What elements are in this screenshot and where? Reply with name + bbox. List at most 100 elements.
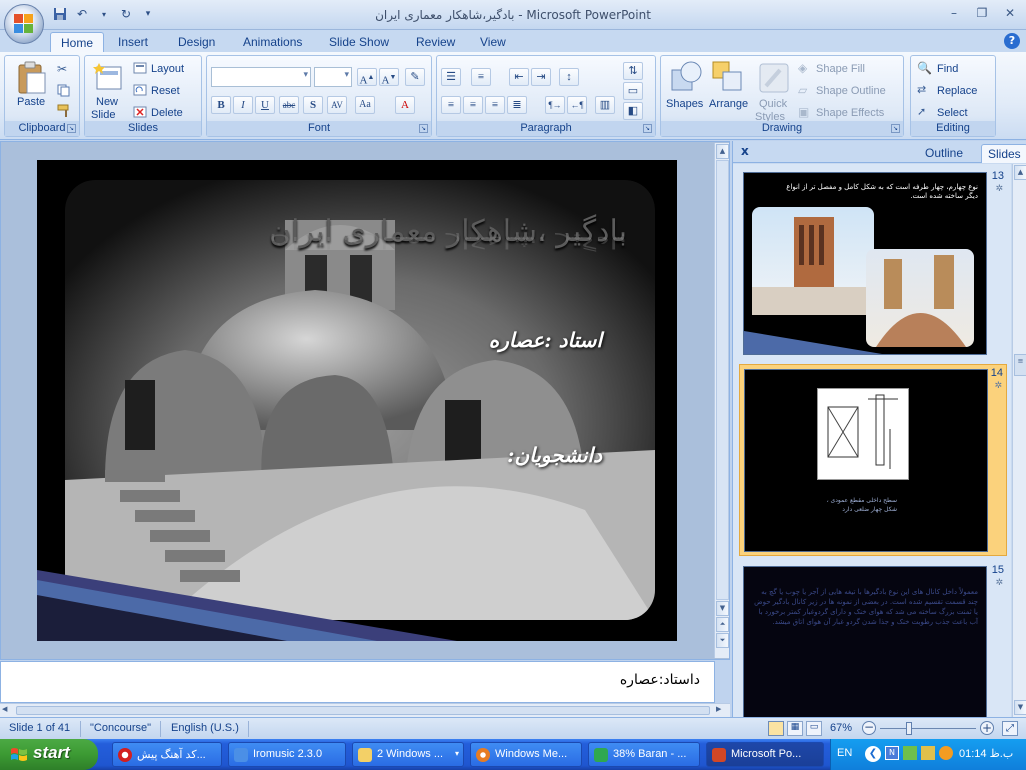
notes-text[interactable]: داستاد:عصاره: [620, 672, 700, 688]
find-button[interactable]: Find: [937, 63, 958, 75]
scroll-down-icon[interactable]: ▼: [716, 601, 729, 616]
scroll-thumb[interactable]: [716, 160, 729, 600]
pane-vertical-scrollbar[interactable]: ▲ ≡ ▼: [1012, 164, 1026, 717]
reset-icon[interactable]: [133, 84, 147, 99]
drawing-launcher-icon[interactable]: ↘: [891, 124, 900, 133]
format-painter-icon[interactable]: [57, 104, 71, 121]
underline-icon[interactable]: U: [255, 96, 275, 114]
minimize-button[interactable]: –: [942, 4, 966, 22]
clipboard-launcher-icon[interactable]: ↘: [67, 124, 76, 133]
delete-button[interactable]: Delete: [151, 107, 183, 119]
ltr-icon[interactable]: ¶→: [545, 96, 565, 114]
reset-button[interactable]: Reset: [151, 85, 180, 97]
tab-home[interactable]: Home: [50, 32, 105, 52]
tray-back-icon[interactable]: ❮: [865, 746, 881, 762]
copy-icon[interactable]: [57, 84, 70, 100]
scroll-right-icon[interactable]: ▶: [716, 705, 727, 716]
bullets-icon[interactable]: ☰: [441, 68, 461, 86]
shape-fill-button[interactable]: Shape Fill: [816, 63, 865, 75]
decrease-indent-icon[interactable]: ⇤: [509, 68, 529, 86]
zoom-in-icon[interactable]: +: [980, 721, 994, 735]
font-size-combo[interactable]: [314, 67, 352, 87]
align-text-icon[interactable]: ▭: [623, 82, 643, 100]
layout-icon[interactable]: [133, 62, 147, 77]
taskbar-item-powerpoint[interactable]: Microsoft Po...: [706, 742, 824, 767]
font-color-icon[interactable]: A: [395, 96, 415, 114]
taskbar-item-download[interactable]: 38% Baran - ...: [588, 742, 700, 767]
new-slide-label-line2[interactable]: Slide: [91, 109, 115, 121]
pane-scroll-up-icon[interactable]: ▲: [1014, 165, 1026, 180]
scroll-left-icon[interactable]: ◀: [2, 705, 13, 716]
cut-icon[interactable]: ✂: [57, 62, 67, 76]
tray-media-icon[interactable]: [939, 746, 953, 760]
shape-fill-icon[interactable]: ◈: [798, 61, 807, 75]
find-icon[interactable]: 🔍: [917, 61, 932, 75]
select-button[interactable]: Select: [937, 107, 968, 119]
slide-teacher-text[interactable]: استاد :عصاره: [489, 328, 602, 352]
editor-vertical-scrollbar[interactable]: ▲ ▼ ⏶ ⏷: [714, 143, 729, 658]
shapes-icon[interactable]: [669, 60, 703, 97]
text-direction-icon[interactable]: ⇅: [623, 62, 643, 80]
slide-show-icon[interactable]: ▭: [806, 721, 822, 736]
pane-scroll-down-icon[interactable]: ▼: [1014, 700, 1026, 715]
thumbnail-slide-13[interactable]: نوع چهارم، چهار طرفه است که به شکل کامل …: [739, 168, 1007, 360]
shapes-button[interactable]: Shapes: [666, 98, 703, 110]
thumbnail-slide-14[interactable]: سطح داخلی مقطع عمودی ، شکل چهار ضلعی دار…: [739, 364, 1007, 556]
help-icon[interactable]: ?: [1004, 33, 1020, 49]
rtl-icon[interactable]: ←¶: [567, 96, 587, 114]
layout-button[interactable]: Layout: [151, 63, 184, 75]
pane-scroll-thumb[interactable]: ≡: [1014, 354, 1026, 376]
zoom-slider-thumb[interactable]: [906, 722, 912, 735]
tab-design[interactable]: Design: [178, 32, 215, 52]
align-right-icon[interactable]: ≡: [485, 96, 505, 114]
tray-shield-icon[interactable]: [921, 746, 935, 760]
fit-to-window-icon[interactable]: ⤢: [1002, 721, 1018, 736]
replace-button[interactable]: Replace: [937, 85, 977, 97]
strikethrough-icon[interactable]: abc: [279, 96, 299, 114]
tray-app-icon[interactable]: [903, 746, 917, 760]
taskbar-item-media-player[interactable]: Windows Me...: [470, 742, 582, 767]
close-button[interactable]: ✕: [998, 4, 1022, 22]
undo-icon[interactable]: ↶: [74, 6, 90, 22]
notes-pane[interactable]: داستاد:عصاره: [0, 661, 715, 703]
grow-font-icon[interactable]: A▲: [357, 68, 377, 87]
tab-view[interactable]: View: [480, 32, 506, 52]
shape-effects-icon[interactable]: ▣: [798, 105, 809, 119]
previous-slide-icon[interactable]: ⏶: [716, 617, 729, 632]
paste-icon[interactable]: [17, 61, 47, 98]
office-button[interactable]: [4, 4, 44, 44]
clock[interactable]: 01:14 ب.ظ: [959, 747, 1013, 760]
delete-slide-icon[interactable]: [133, 106, 147, 121]
start-button[interactable]: start: [0, 739, 98, 770]
select-icon[interactable]: ➚: [917, 105, 926, 118]
taskbar-item-explorer[interactable]: 2 Windows ... ▾: [352, 742, 464, 767]
scroll-up-icon[interactable]: ▲: [716, 144, 729, 159]
hscroll-thumb[interactable]: [16, 706, 710, 715]
paragraph-launcher-icon[interactable]: ↘: [643, 124, 652, 133]
dropdown-arrow-icon[interactable]: ▾: [96, 6, 112, 22]
shape-outline-button[interactable]: Shape Outline: [816, 85, 886, 97]
language-indicator[interactable]: English (U.S.): [171, 722, 239, 734]
font-launcher-icon[interactable]: ↘: [419, 124, 428, 133]
tray-network-icon[interactable]: N: [885, 746, 899, 760]
smartart-icon[interactable]: ◧: [623, 102, 643, 120]
arrange-button[interactable]: Arrange: [709, 98, 748, 110]
tab-slides[interactable]: Slides: [981, 144, 1026, 163]
new-slide-label-line1[interactable]: New: [96, 96, 118, 108]
tab-review[interactable]: Review: [416, 32, 455, 52]
tab-outline[interactable]: Outline: [919, 144, 969, 163]
pane-close-icon[interactable]: x: [741, 144, 749, 158]
shape-outline-icon[interactable]: ▱: [798, 83, 807, 97]
new-slide-icon[interactable]: [93, 61, 123, 96]
tab-animations[interactable]: Animations: [243, 32, 302, 52]
shrink-font-icon[interactable]: A▼: [379, 68, 399, 87]
zoom-level[interactable]: 67%: [830, 722, 852, 734]
redo-icon[interactable]: ↻: [118, 6, 134, 22]
normal-view-icon[interactable]: [768, 721, 784, 736]
quick-styles-label-line1[interactable]: Quick: [759, 98, 787, 110]
italic-icon[interactable]: I: [233, 96, 253, 114]
columns-icon[interactable]: ▥: [595, 96, 615, 114]
clear-formatting-icon[interactable]: ✎: [405, 68, 425, 86]
next-slide-icon[interactable]: ⏷: [716, 633, 729, 648]
change-case-icon[interactable]: Aa: [355, 96, 375, 114]
